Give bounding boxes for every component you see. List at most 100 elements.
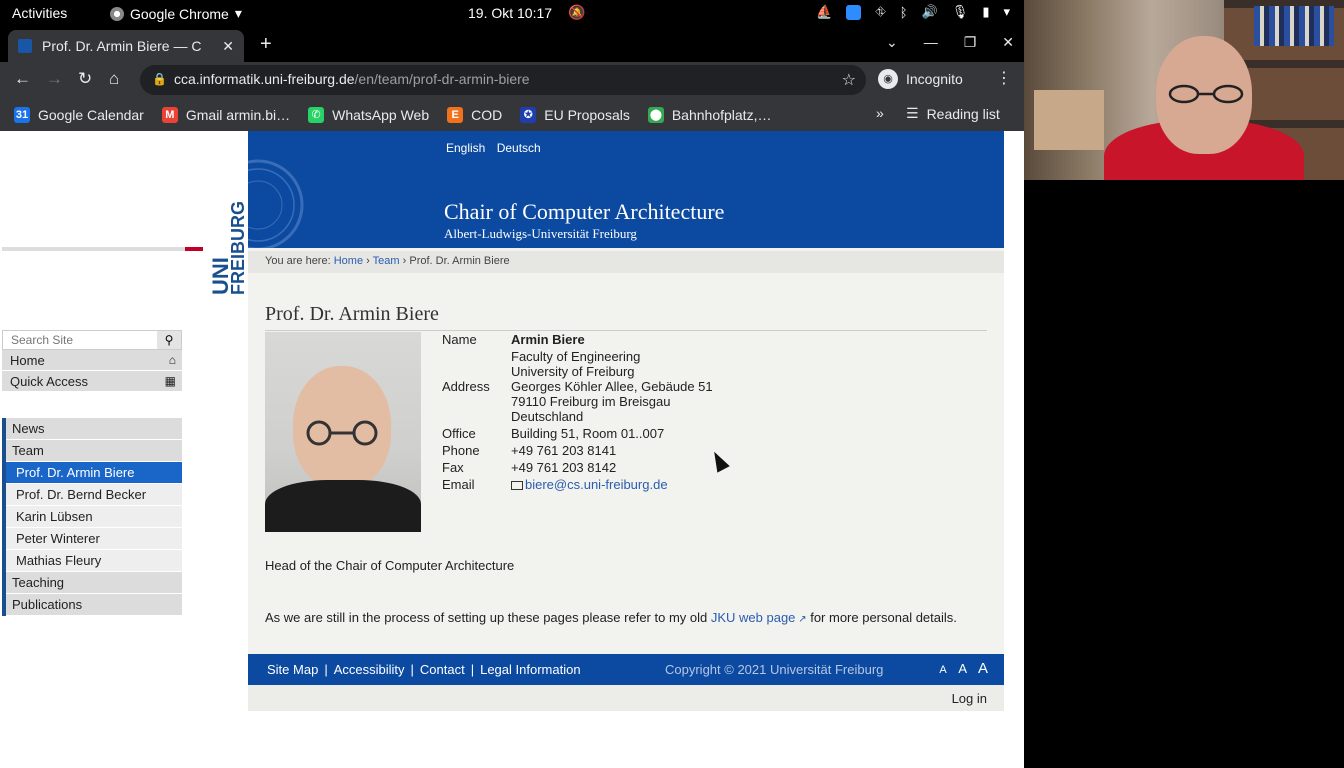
bookmark-item[interactable]: 31 Google Calendar [14,106,144,123]
site-subtitle: Albert-Ludwigs-Universität Freiburg [444,226,637,241]
system-top-bar: Activities Google Chrome ▾ 19. Okt 10:17… [0,0,1024,27]
breadcrumb: You are here: Home › Team › Prof. Dr. Ar… [248,251,1004,273]
bookmark-star-icon[interactable]: ☆ [842,70,856,90]
footer-sep: | [324,662,328,677]
external-link-icon: ↗ [795,614,807,625]
breadcrumb-prefix: You are here: [265,255,331,267]
lang-deutsch-link[interactable]: Deutsch [497,141,541,155]
search-box: ⚲ [2,330,182,350]
font-small-button[interactable]: A [939,664,946,676]
incognito-indicator[interactable]: ◉ Incognito [878,69,963,89]
logo-line [2,247,185,251]
login-bar: Log in [248,685,1004,711]
address-bar[interactable]: 🔒 cca.informatik.uni-freiburg.de/en/team… [140,65,866,95]
email-link[interactable]: biere@cs.uni-freiburg.de [525,477,668,492]
sitemap-link[interactable]: Site Map [267,662,318,677]
volume-icon: 🔊 [921,4,938,19]
forward-icon[interactable]: → [46,69,63,89]
menu-subitem[interactable]: Prof. Dr. Bernd Becker [6,484,182,506]
fax-value: +49 761 203 8142 [511,460,617,475]
notifications-off-icon: 🔕 [568,4,586,20]
jku-web-page-link[interactable]: JKU web page [711,610,796,625]
profile-photo [265,332,421,532]
legal-link[interactable]: Legal Information [480,662,580,677]
browser-chrome: Prof. Dr. Armin Biere — C ✕ + ⌄ — ❐ ✕ ← … [0,27,1024,131]
contact-link[interactable]: Contact [420,662,465,677]
email-label: Email [442,477,475,492]
language-switch: English Deutsch [446,141,549,155]
menu-subitem[interactable]: Karin Lübsen [6,506,182,528]
window-controls: ⌄ — ❐ ✕ [886,34,1014,51]
microphone-icon: 🎙 [951,4,969,19]
close-window-icon[interactable]: ✕ [1002,34,1014,51]
reload-icon[interactable]: ↻ [78,69,92,89]
breadcrumb-team[interactable]: Team [373,255,400,267]
left-column: UNI FREIBURG ⚲ Home ⌂ Quick Access ▦ New… [0,131,248,768]
bookmark-item[interactable]: ✪ EU Proposals [520,106,630,123]
menu-item[interactable]: Teaching [6,572,182,594]
home-icon[interactable]: ⌂ [109,69,119,89]
menu-subitem[interactable]: Peter Winterer [6,528,182,550]
address-line: 79110 Freiburg im Breisgau [511,394,671,409]
login-link[interactable]: Log in [952,691,987,706]
font-medium-button[interactable]: A [958,661,966,676]
close-icon[interactable]: ✕ [222,38,234,55]
incognito-icon: ◉ [878,69,898,89]
url-text: cca.informatik.uni-freiburg.de/en/team/p… [174,71,530,87]
search-input[interactable] [3,331,153,349]
lang-english-link[interactable]: English [446,141,485,155]
note-text-before: As we are still in the process of settin… [265,610,711,625]
bookmark-label: COD [471,106,503,123]
tab-search-icon[interactable]: ⌄ [886,34,898,51]
accessibility-link[interactable]: Accessibility [334,662,405,677]
bookmarks-overflow-icon[interactable]: » [876,105,884,121]
breadcrumb-sep: › [366,255,370,267]
uni-freiburg-logo[interactable]: UNI FREIBURG [202,177,246,297]
reading-list-button[interactable]: ☰ Reading list [906,105,1000,122]
sailboat-icon: ⛵ [816,4,833,19]
minimize-icon[interactable]: — [924,34,938,51]
new-tab-button[interactable]: + [260,33,272,56]
bookmark-label: Bahnhofplatz,… [671,106,772,123]
address-line: Georges Köhler Allee, Gebäude 51 [511,379,713,394]
zoom-icon [846,4,862,20]
menu-item[interactable]: Publications [6,594,182,616]
phone-label: Phone [442,443,480,458]
menu-item[interactable]: Team [6,440,182,462]
page-title: Prof. Dr. Armin Biere [265,303,987,331]
clock[interactable]: 19. Okt 10:17 [468,5,552,21]
back-icon[interactable]: ← [14,69,31,89]
bookmark-item[interactable]: M Gmail armin.bi… [161,106,290,123]
maximize-icon[interactable]: ❐ [964,34,977,51]
activities-button[interactable]: Activities [12,5,67,21]
mail-icon [511,481,523,490]
bookmark-item[interactable]: E COD [447,106,503,123]
email-value[interactable]: biere@cs.uni-freiburg.de [511,477,668,492]
menu-kebab-icon[interactable]: ⋮ [996,68,1012,88]
bookmark-item[interactable]: ✆ WhatsApp Web [308,106,430,123]
bookmark-item[interactable]: ⬤ Bahnhofplatz,… [647,106,772,123]
eu-icon: ✪ [520,106,537,123]
site-title[interactable]: Chair of Computer Architecture [444,199,724,225]
menu-subitem[interactable]: Mathias Fleury [6,550,182,572]
font-large-button[interactable]: A [978,660,988,677]
browser-tab[interactable]: Prof. Dr. Armin Biere — C ✕ [8,30,244,62]
app-menu[interactable]: Google Chrome ▾ [110,5,242,22]
breadcrumb-sep: › [402,255,407,267]
menu-item[interactable]: News [6,418,182,440]
home-link[interactable]: Home ⌂ [2,350,182,371]
address-line: Faculty of Engineering [511,349,641,364]
fax-label: Fax [442,460,464,475]
search-icon[interactable]: ⚲ [157,331,181,349]
breadcrumb-home[interactable]: Home [334,255,363,267]
phone-value: +49 761 203 8141 [511,443,617,458]
lock-icon[interactable]: 🔒 [152,72,167,86]
header-banner: English Deutsch Chair of Computer Archit… [248,131,1004,248]
bookmark-label: WhatsApp Web [332,106,430,123]
menu-subitem[interactable]: Prof. Dr. Armin Biere [6,462,182,484]
chevron-down-icon: ▾ [234,5,242,21]
quick-access-link[interactable]: Quick Access ▦ [2,371,182,392]
quick-access-label: Quick Access [10,374,89,389]
incognito-label: Incognito [906,71,963,87]
system-tray[interactable]: ⛵ ⛗ ᛒ 🔊 🎙 ▮ ▾ [816,4,1010,20]
